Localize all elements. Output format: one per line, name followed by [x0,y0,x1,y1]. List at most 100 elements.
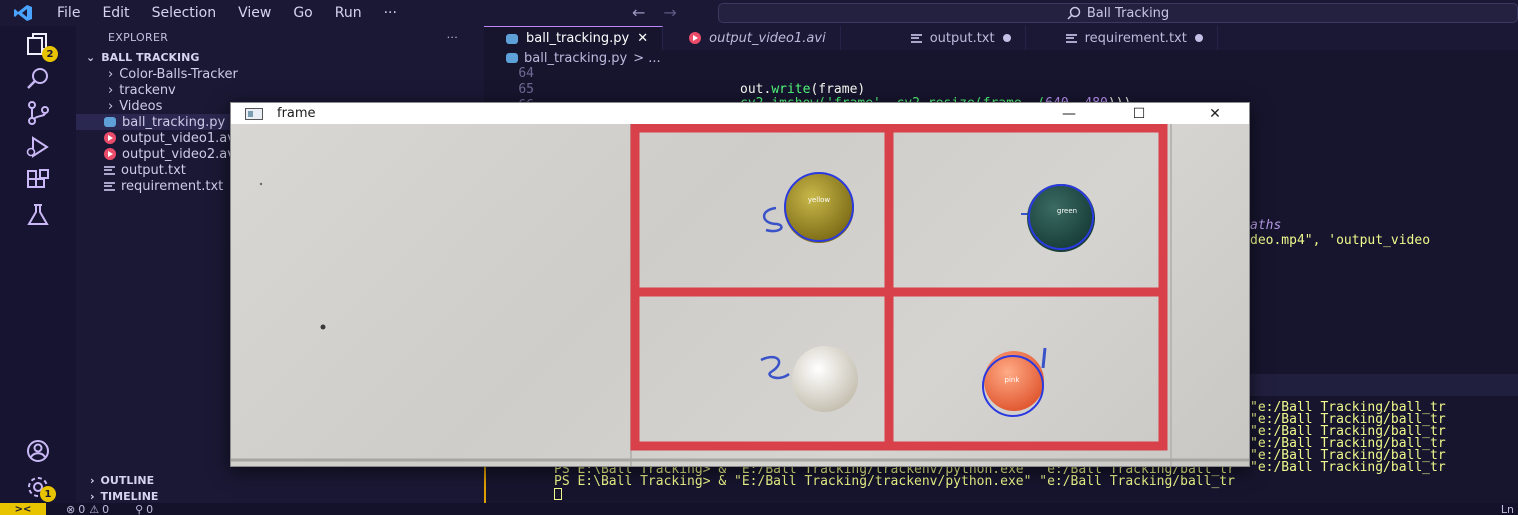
activity-bar: 2 1 [0,26,76,503]
unsaved-dot-icon [1002,34,1011,42]
label-green: green [1057,207,1077,215]
search-view-icon[interactable] [18,64,58,94]
close-button[interactable]: ✕ [1197,103,1233,124]
chevron-right-icon: › [108,82,114,98]
title-bar: File Edit Selection View Go Run ··· ← → … [0,0,1518,26]
breadcrumb: ball_tracking.py > ... [484,50,1518,66]
back-arrow-icon[interactable]: ← [632,3,645,22]
menu-file[interactable]: File [46,5,91,21]
forward-arrow-icon[interactable]: → [663,3,676,22]
breadcrumb-file[interactable]: ball_tracking.py [524,51,627,66]
menu-view[interactable]: View [227,5,282,21]
python-file-icon [506,33,518,44]
menu-more[interactable]: ··· [373,5,408,21]
tree-item-label: Videos [119,98,163,114]
error-count[interactable]: 0 [78,503,85,515]
marker-scribble [760,355,790,380]
settings-badge: 1 [40,486,56,502]
ports-count[interactable]: 0 [146,503,153,515]
warning-icon: ⚠ [89,502,100,515]
chevron-right-icon: › [90,473,95,487]
explorer-badge: 2 [42,46,58,62]
explorer-more-button[interactable]: ··· [447,31,458,44]
chevron-right-icon: › [90,489,95,503]
run-debug-icon[interactable] [18,132,58,162]
label-pink: pink [1005,376,1021,384]
account-icon[interactable] [18,436,58,466]
text-file-icon [104,165,115,175]
cursor-block [554,488,562,500]
settings-gear-icon[interactable]: 1 [18,472,58,502]
white-golf-ball [792,346,858,412]
opencv-frame-window[interactable]: frame — ☐ ✕ yellow green pink [230,102,1250,467]
marker-scribble [1041,347,1047,369]
text-file-icon [104,181,115,191]
timeline-label: TIMELINE [100,489,159,503]
video-frame: yellow green pink [231,124,1249,466]
workspace-root-label: BALL TRACKING [101,50,200,64]
python-file-icon [506,53,518,63]
warning-count[interactable]: 0 [102,503,109,515]
remote-indicator[interactable]: >< [0,503,46,515]
explorer-title: EXPLORER [108,30,169,44]
menu-run[interactable]: Run [324,5,373,21]
floor-speck [320,324,326,330]
explorer-header: EXPLORER ··· [76,26,484,48]
source-control-icon[interactable] [18,98,58,128]
menu-edit[interactable]: Edit [91,5,140,21]
opencv-title-bar[interactable]: frame — ☐ ✕ [231,103,1249,124]
marker-scribble [762,206,783,233]
search-icon [1067,6,1081,20]
code-token: write [771,82,811,97]
menu-selection[interactable]: Selection [141,5,228,21]
code-comment-tail: aths [1250,218,1282,233]
status-bar: >< ⊗ 0 ⚠ 0 ⚲ 0 Ln [0,503,1518,515]
code-paths-tail: deo.mp4", 'output_video [1250,233,1430,248]
unsaved-dot-icon [1194,34,1203,42]
testing-flask-icon[interactable] [18,200,58,230]
tree-item-label: output_video2.avi [122,146,239,162]
maximize-button[interactable]: ☐ [1121,103,1157,124]
tab-ball-tracking-py[interactable]: ball_tracking.py ✕ [484,26,664,50]
menu-go[interactable]: Go [282,5,323,21]
tree-folder-trackenv[interactable]: › trackenv [76,82,484,98]
tab-requirement-txt[interactable]: requirement.txt [1026,26,1218,50]
minimize-button[interactable]: — [1051,103,1087,124]
code-token: (frame) [810,82,866,97]
nav-arrows: ← → [632,3,677,22]
cursor-position[interactable]: Ln [1501,503,1514,515]
close-icon[interactable]: ✕ [637,31,648,46]
extensions-icon[interactable] [18,166,58,196]
tree-item-label: output.txt [121,162,186,178]
video-file-icon [689,32,702,44]
chevron-down-icon: ⌄ [86,50,96,64]
explorer-icon[interactable]: 2 [18,30,58,62]
tab-label: output_video1.avi [709,30,826,46]
breadcrumb-rest[interactable]: > ... [633,51,660,66]
tab-output-video1[interactable]: output_video1.avi [663,26,841,50]
tree-item-label: requirement.txt [121,178,224,194]
opencv-window-title: frame [277,106,316,121]
tree-item-label: ball_tracking.py [122,114,226,130]
tree-item-label: Color-Balls-Tracker [119,66,238,82]
tab-label: requirement.txt [1084,30,1187,46]
vscode-logo-icon [0,0,46,26]
label-yellow: yellow [808,196,831,204]
command-center-search[interactable]: Ball Tracking [718,3,1518,23]
ports-icon: ⚲ [135,502,144,515]
code-token: 'output_video [1328,233,1431,248]
code-token: out. [740,82,772,97]
editor-tabs: ball_tracking.py ✕ output_video1.avi out… [484,26,1518,50]
video-frame-image: yellow green pink [231,124,1249,466]
video-file-icon [104,148,116,160]
chevron-right-icon: › [108,66,114,82]
text-file-icon [910,33,922,43]
tab-output-txt[interactable]: output.txt [841,26,1026,50]
workspace-root[interactable]: ⌄ BALL TRACKING [76,48,484,66]
python-file-icon [104,117,116,127]
line-number: 64 [518,66,534,81]
tab-label: ball_tracking.py [526,31,630,46]
code-line-65: out.write(frame) [740,82,865,97]
tree-folder-color-balls-tracker[interactable]: › Color-Balls-Tracker [76,66,484,82]
terminal-cursor [554,488,562,500]
